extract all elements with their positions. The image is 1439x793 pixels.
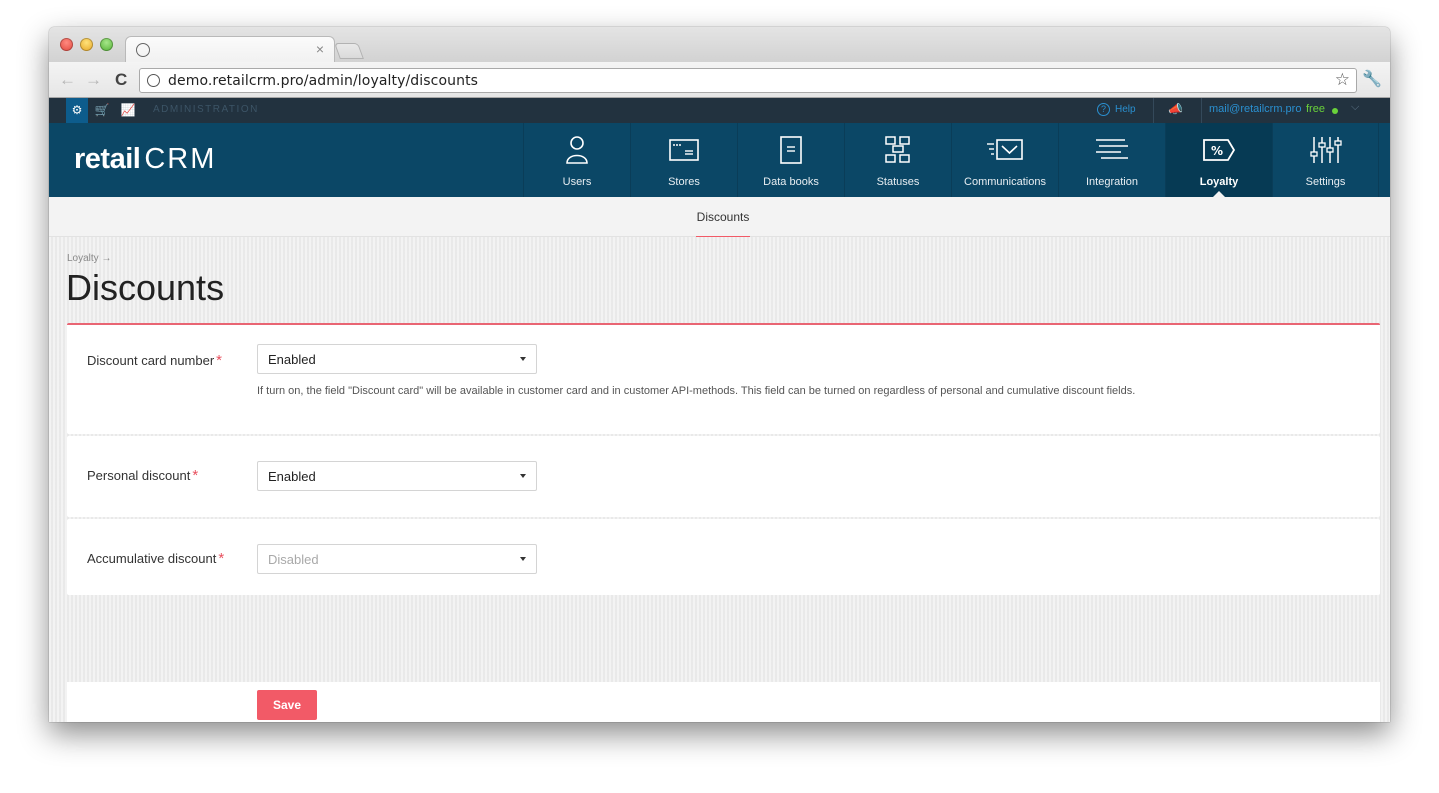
back-arrow-icon[interactable]: ← [59,70,76,90]
logo-text-crm: CRM [144,143,217,175]
app-top-bar: ⚙ 🛒 📈 ADMINISTRATION ? Help 📣 mail@retail… [49,98,1390,123]
accumulative-discount-select[interactable]: Disabled [257,544,537,574]
section-label: ADMINISTRATION [153,104,259,115]
discount-card-section: Discount card number * Enabled If turn on… [67,323,1380,434]
save-bar: Save [67,682,1380,722]
breadcrumb[interactable]: Loyalty → [67,253,111,264]
user-email[interactable]: mail@retailcrm.pro [1209,103,1301,115]
sub-navigation: Discounts [49,197,1390,237]
help-label: Help [1115,104,1136,115]
nav-item-integration[interactable]: Integration [1058,123,1165,197]
field-label: Accumulative discount [87,551,217,566]
reload-icon[interactable]: C [115,70,127,90]
save-button[interactable]: Save [257,690,317,720]
nav-item-data-books[interactable]: Data books [737,123,844,197]
select-value: Disabled [268,552,319,567]
accumulative-discount-section: Accumulative discount * Disabled [67,519,1380,595]
help-link[interactable]: ? Help [1097,103,1136,116]
personal-discount-label: Personal discount * [87,467,198,484]
zoom-window-button[interactable] [100,38,113,51]
new-tab-button[interactable] [334,43,364,59]
book-icon [738,135,844,165]
tab-close-icon[interactable]: × [316,41,324,57]
discount-card-hint: If turn on, the field "Discount card" wi… [257,385,1136,397]
browser-toolbar: ← → C demo.retailcrm.pro/admin/loyalty/d… [49,62,1390,98]
svg-text:%: % [1211,144,1223,158]
browser-tab-bar: × [49,27,1390,63]
nav-item-settings[interactable]: Settings [1272,123,1379,197]
close-window-button[interactable] [60,38,73,51]
bookmark-star-icon[interactable]: ☆ [1335,70,1350,90]
user-icon [524,135,630,165]
nav-label: Communications [964,176,1046,188]
nav-label: Users [562,176,592,188]
page-title: Discounts [66,267,225,308]
megaphone-icon[interactable]: 📣 [1168,102,1183,116]
retailcrm-logo[interactable]: retail CRM [74,143,216,176]
percent-tag-icon: % [1166,135,1272,165]
online-status-dot [1332,108,1338,114]
nav-item-communications[interactable]: Communications [951,123,1058,197]
required-mark: * [218,550,225,567]
nav-label: Statuses [876,176,920,188]
caret-down-icon [520,557,526,561]
minimize-window-button[interactable] [80,38,93,51]
select-value: Enabled [268,352,316,367]
chevron-down-icon[interactable]: ⌵ [1351,101,1359,114]
logo-text-retail: retail [74,143,141,175]
mail-icon [952,135,1058,165]
caret-down-icon [520,357,526,361]
globe-icon [136,43,150,57]
field-label: Personal discount [87,468,191,483]
nav-label: Settings [1305,176,1346,188]
personal-discount-select[interactable]: Enabled [257,461,537,491]
nav-label: Stores [668,176,700,188]
nav-label: Integration [1086,176,1138,188]
nav-items: Users Stores Data books Statuses Communi… [523,123,1379,197]
nav-label: Data books [763,176,819,188]
caret-down-icon [520,474,526,478]
nav-item-statuses[interactable]: Statuses [844,123,951,197]
required-mark: * [216,352,223,369]
plan-badge: free [1306,103,1325,115]
discount-card-label: Discount card number * [87,352,222,369]
address-bar[interactable]: demo.retailcrm.pro/admin/loyalty/discoun… [139,68,1357,93]
site-info-icon [147,74,160,87]
cart-icon[interactable]: 🛒 [93,98,111,123]
forward-arrow-icon[interactable]: → [85,70,102,90]
analytics-icon[interactable]: 📈 [119,98,137,123]
discount-card-select[interactable]: Enabled [257,344,537,374]
store-icon [631,135,737,165]
field-label: Discount card number [87,353,215,368]
divider [1201,98,1202,123]
gear-icon[interactable]: ⚙ [66,98,88,123]
main-content: Loyalty → Discounts Discount card number… [49,237,1390,722]
wrench-icon[interactable]: 🔧 [1362,69,1382,89]
required-mark: * [192,467,199,484]
nav-label: Loyalty [1199,176,1239,188]
main-navigation: retail CRM Users Stores Data books Statu… [49,123,1390,197]
statuses-icon [845,135,951,165]
personal-discount-section: Personal discount * Enabled [67,436,1380,517]
accumulative-discount-label: Accumulative discount * [87,550,224,567]
integration-icon [1059,135,1165,165]
tab-discounts[interactable]: Discounts [696,197,750,237]
nav-item-loyalty[interactable]: % Loyalty [1165,123,1272,197]
help-icon: ? [1097,103,1110,116]
browser-tab[interactable]: × [125,36,335,63]
select-value: Enabled [268,469,316,484]
nav-item-users[interactable]: Users [523,123,630,197]
browser-window: × ← → C demo.retailcrm.pro/admin/loyalty… [49,27,1390,722]
sliders-icon [1273,135,1378,165]
divider [1153,98,1154,123]
nav-item-stores[interactable]: Stores [630,123,737,197]
address-url[interactable]: demo.retailcrm.pro/admin/loyalty/discoun… [168,73,478,89]
